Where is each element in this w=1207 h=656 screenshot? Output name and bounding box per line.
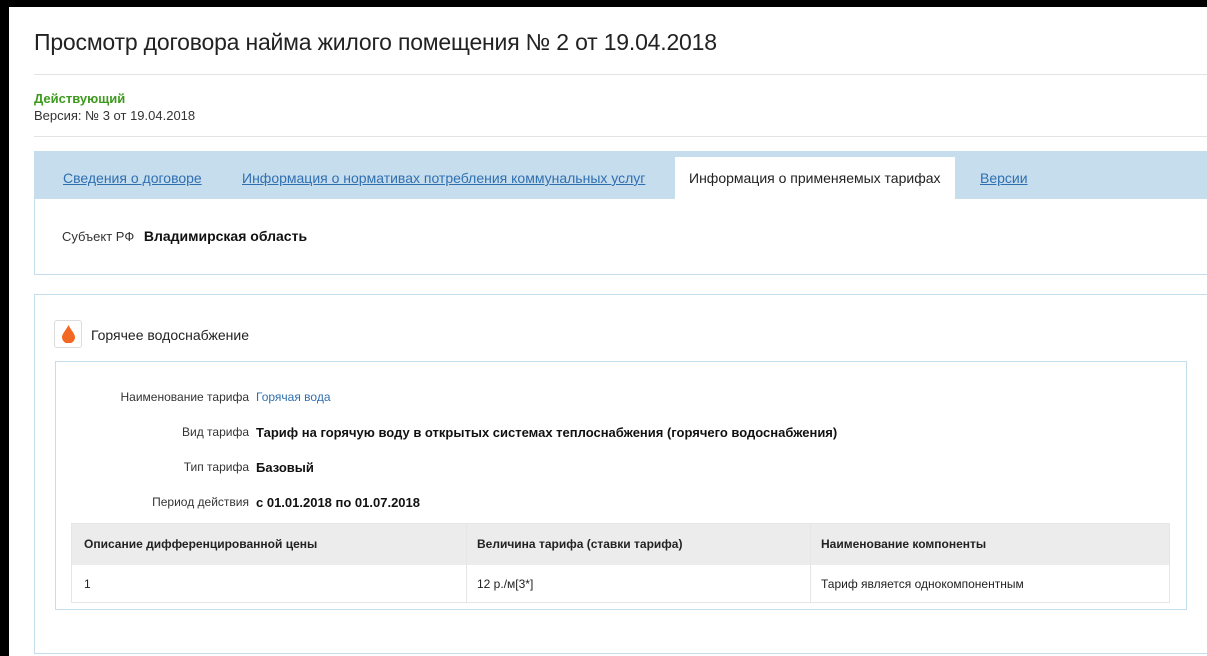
tab-bar: Сведения о договоре Информация о нормати… — [35, 152, 1207, 199]
tab-contract-info[interactable]: Сведения о договоре — [63, 170, 202, 186]
subject-value: Владимирская область — [143, 228, 308, 244]
period-row: Период действия с 01.01.2018 по 01.07.20… — [56, 495, 420, 513]
period-label: Период действия — [152, 495, 249, 509]
version-info: Версия: № 3 от 19.04.2018 — [34, 108, 196, 123]
tariff-table: Описание дифференцированной цены Величин… — [71, 523, 1170, 603]
tariff-card: Наименование тарифа Горячая вода Вид тар… — [55, 361, 1187, 610]
service-section: Горячее водоснабжение Наименование тариф… — [34, 294, 1207, 654]
tab-consumption-norms[interactable]: Информация о нормативах потребления комм… — [242, 170, 645, 186]
tab-applied-tariffs[interactable]: Информация о применяемых тарифах — [675, 157, 955, 199]
tariff-name-row: Наименование тарифа Горячая вода — [56, 390, 331, 408]
page-title: Просмотр договора найма жилого помещения… — [34, 29, 717, 55]
table-row: 1 12 р./м[3*] Тариф является однокомпоне… — [72, 565, 1169, 602]
water-drop-icon — [54, 320, 82, 348]
divider — [34, 136, 1207, 137]
tariff-type-value: Базовый — [256, 460, 314, 475]
tariff-kind-label: Вид тарифа — [181, 425, 249, 439]
tariff-name-link[interactable]: Горячая вода — [256, 390, 331, 404]
tariff-name-label: Наименование тарифа — [120, 390, 249, 404]
window-frame: Просмотр договора найма жилого помещения… — [0, 0, 1207, 656]
status-badge: Действующий — [34, 91, 126, 106]
column-header: Описание дифференцированной цены — [84, 537, 318, 551]
column-divider — [466, 524, 467, 602]
table-cell: Тариф является однокомпонентным — [821, 577, 1024, 591]
table-cell: 12 р./м[3*] — [477, 577, 534, 591]
tariff-type-label: Тип тарифа — [183, 460, 249, 474]
period-value: с 01.01.2018 по 01.07.2018 — [256, 495, 420, 510]
tariff-kind-row: Вид тарифа Тариф на горячую воду в откры… — [56, 425, 837, 443]
column-divider — [810, 524, 811, 602]
service-name: Горячее водоснабжение — [91, 327, 249, 343]
column-header: Величина тарифа (ставки тарифа) — [477, 537, 683, 551]
tab-versions[interactable]: Версии — [980, 170, 1028, 186]
divider — [34, 74, 1207, 75]
tariff-kind-value: Тариф на горячую воду в открытых система… — [256, 425, 838, 440]
table-header: Описание дифференцированной цены Величин… — [72, 524, 1169, 565]
subject-label: Субъект РФ — [62, 229, 135, 244]
table-cell: 1 — [84, 577, 91, 591]
column-header: Наименование компоненты — [821, 537, 987, 551]
tabs-panel: Сведения о договоре Информация о нормати… — [34, 151, 1207, 275]
tariff-type-row: Тип тарифа Базовый — [56, 460, 314, 478]
subject-field: Субъект РФ Владимирская область — [62, 228, 307, 244]
